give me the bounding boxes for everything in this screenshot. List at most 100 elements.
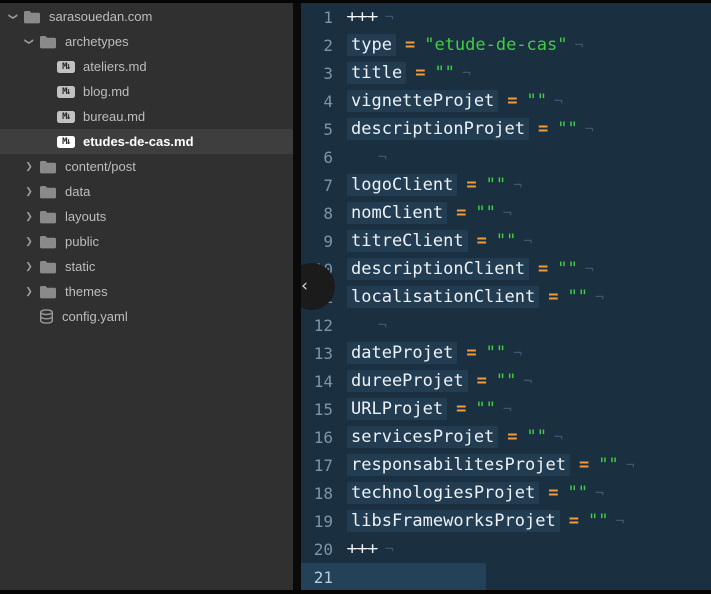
tree-item[interactable]: ❯ M↓ layouts: [0, 204, 293, 229]
code-line[interactable]: 12 ¬: [301, 311, 711, 339]
code-content: ¬: [347, 316, 387, 334]
folder-icon: [39, 260, 57, 274]
database-icon: [39, 309, 54, 325]
eol-marker-icon: ¬: [385, 8, 394, 26]
folder-icon: [39, 235, 57, 249]
code-line[interactable]: 20 +++¬: [301, 535, 711, 563]
file-tree-sidebar: ❯ M↓ sarasouedan.com ❯ M↓ archetypes: [0, 0, 293, 594]
code-line[interactable]: 3 title=""¬: [301, 59, 711, 87]
toml-key: responsabilitesProjet: [347, 454, 570, 476]
eol-marker-icon: ¬: [626, 456, 635, 474]
tree-item-label: blog.md: [83, 84, 129, 99]
toml-key: logoClient: [347, 174, 457, 196]
chevron-icon: ❯: [24, 35, 35, 49]
code-line[interactable]: 6 ¬: [301, 143, 711, 171]
chevron-icon: ❯: [22, 186, 36, 197]
code-line[interactable]: 13 dateProjet=""¬: [301, 339, 711, 367]
code-line[interactable]: 18 technologiesProjet=""¬: [301, 479, 711, 507]
equals-operator: =: [569, 511, 579, 531]
line-number: 9: [301, 232, 333, 251]
tree-item[interactable]: ❯ M↓ archetypes: [0, 29, 293, 54]
toml-string-value: "": [527, 91, 547, 111]
tree-item[interactable]: ❯ M↓ blog.md: [0, 79, 293, 104]
line-number: 6: [301, 148, 333, 167]
line-number: 1: [301, 8, 333, 27]
code-line[interactable]: 21: [301, 563, 711, 591]
file-tree: ❯ M↓ sarasouedan.com ❯ M↓ archetypes: [0, 4, 293, 329]
tree-item-label: layouts: [65, 209, 106, 224]
eol-marker-icon: ¬: [585, 260, 594, 278]
code-line[interactable]: 10 descriptionClient=""¬: [301, 255, 711, 283]
tree-item[interactable]: ❯ M↓ sarasouedan.com: [0, 4, 293, 29]
eol-marker-icon: ¬: [523, 232, 532, 250]
toml-key: servicesProjet: [347, 426, 498, 448]
line-number: 8: [301, 204, 333, 223]
code-line[interactable]: 7 logoClient=""¬: [301, 171, 711, 199]
code-line[interactable]: 17 responsabilitesProjet=""¬: [301, 451, 711, 479]
line-number: 17: [301, 456, 333, 475]
toml-key: libsFrameworksProjet: [347, 510, 560, 532]
code-line[interactable]: 11 localisationClient=""¬: [301, 283, 711, 311]
code-line[interactable]: 19 libsFrameworksProjet=""¬: [301, 507, 711, 535]
tree-item-label: themes: [65, 284, 108, 299]
eol-marker-icon: ¬: [595, 288, 604, 306]
code-line[interactable]: 4 vignetteProjet=""¬: [301, 87, 711, 115]
equals-operator: =: [456, 399, 466, 419]
code-content: type="etude-de-cas"¬: [347, 34, 584, 56]
line-number: 18: [301, 484, 333, 503]
tree-item-label: data: [65, 184, 90, 199]
equals-operator: =: [477, 371, 487, 391]
tree-item[interactable]: ❯ M↓ etudes-de-cas.md: [0, 129, 293, 154]
chevron-icon: ❯: [22, 286, 36, 297]
code-line[interactable]: 14 dureeProjet=""¬: [301, 367, 711, 395]
code-content: descriptionProjet=""¬: [347, 118, 594, 140]
code-line[interactable]: 2 type="etude-de-cas"¬: [301, 31, 711, 59]
equals-operator: =: [579, 455, 589, 475]
chevron-icon: ❯: [22, 161, 36, 172]
tree-item-label: content/post: [65, 159, 136, 174]
code-content: dateProjet=""¬: [347, 342, 522, 364]
pane-divider[interactable]: [293, 0, 301, 594]
tree-item[interactable]: ❯ M↓ bureau.md: [0, 104, 293, 129]
tree-item[interactable]: ❯ M↓ public: [0, 229, 293, 254]
toml-string-value: "": [496, 371, 516, 391]
toml-key: URLProjet: [347, 398, 447, 420]
tree-item[interactable]: ❯ M↓ content/post: [0, 154, 293, 179]
tree-item-label: sarasouedan.com: [49, 9, 152, 24]
equals-operator: =: [466, 175, 476, 195]
markdown-icon: M↓: [57, 86, 75, 98]
eol-marker-icon: ¬: [462, 64, 471, 82]
code-line[interactable]: 5 descriptionProjet=""¬: [301, 115, 711, 143]
toml-key: title: [347, 62, 406, 84]
line-number: 15: [301, 400, 333, 419]
eol-marker-icon: ¬: [385, 540, 394, 558]
code-line[interactable]: 1 +++¬: [301, 3, 711, 31]
window-top-edge: [0, 0, 711, 3]
code-editor-window: ❯ M↓ sarasouedan.com ❯ M↓ archetypes: [0, 0, 711, 594]
eol-marker-icon: ¬: [575, 36, 584, 54]
code-content: vignetteProjet=""¬: [347, 90, 563, 112]
equals-operator: =: [538, 119, 548, 139]
line-number: 21: [301, 568, 333, 587]
chevron-icon: ❯: [22, 261, 36, 272]
toml-string-value: "": [496, 231, 516, 251]
tree-item-label: static: [65, 259, 95, 274]
tree-item[interactable]: ❯ M↓ themes: [0, 279, 293, 304]
eol-marker-icon: ¬: [585, 120, 594, 138]
tree-item[interactable]: ❯ M↓ static: [0, 254, 293, 279]
code-line[interactable]: 9 titreClient=""¬: [301, 227, 711, 255]
line-number: 16: [301, 428, 333, 447]
window-bottom-edge: [0, 590, 711, 594]
tree-item[interactable]: ❯ M↓ config.yaml: [0, 304, 293, 329]
tree-item[interactable]: ❯ M↓ data: [0, 179, 293, 204]
editor-pane[interactable]: 1 +++¬ 2 type="etude-de-cas"¬ 3 title=""…: [301, 0, 711, 594]
toml-string-value: "": [475, 203, 495, 223]
code-line[interactable]: 8 nomClient=""¬: [301, 199, 711, 227]
folder-icon: [23, 10, 41, 24]
code-line[interactable]: 15 URLProjet=""¬: [301, 395, 711, 423]
line-number: 7: [301, 176, 333, 195]
equals-operator: =: [415, 63, 425, 83]
code-content: title=""¬: [347, 62, 471, 84]
code-line[interactable]: 16 servicesProjet=""¬: [301, 423, 711, 451]
tree-item[interactable]: ❯ M↓ ateliers.md: [0, 54, 293, 79]
